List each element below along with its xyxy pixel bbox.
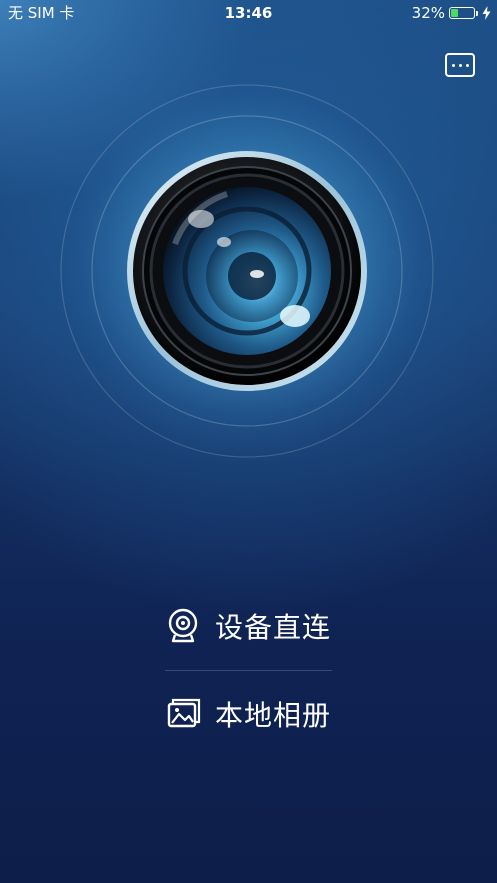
menu-item-label: 本地相册 xyxy=(215,699,332,732)
bolt-icon xyxy=(482,6,491,20)
more-options-button[interactable] xyxy=(445,53,475,77)
more-horizontal-icon xyxy=(451,63,469,67)
battery-indicator: 32% xyxy=(412,0,491,26)
menu-divider xyxy=(165,670,332,671)
battery-icon xyxy=(449,7,475,19)
battery-cap xyxy=(476,10,478,16)
photo-album-icon xyxy=(167,698,201,728)
menu-item-label: 设备直连 xyxy=(215,611,332,644)
battery-level-fill xyxy=(451,9,458,17)
webcam-icon xyxy=(168,608,198,643)
camera-lens-illustration xyxy=(60,84,434,458)
menu-item-device-direct[interactable]: 设备直连 xyxy=(165,596,335,656)
status-bar: 无 SIM 卡 13:46 32% xyxy=(0,0,497,26)
menu-item-local-album[interactable]: 本地相册 xyxy=(165,684,335,744)
battery-percent: 32% xyxy=(411,4,445,22)
